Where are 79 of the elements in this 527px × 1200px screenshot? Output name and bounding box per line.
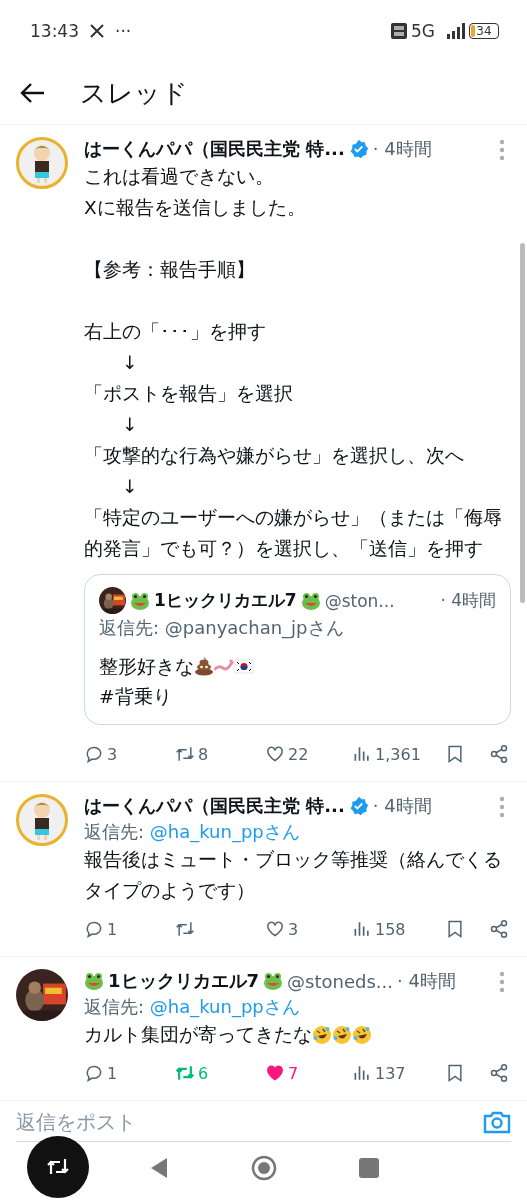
post-time: · 4時間 [396,969,456,993]
hashtag-link[interactable]: #背乗り [99,686,172,707]
like-button[interactable]: 3 [265,919,352,939]
quoted-post-card[interactable]: 1ヒックリカエル7 @ston... · 4時間 返信先: @panyachan_jpさん 整形好きな #背乗り [84,574,511,725]
user-name[interactable]: はーくんパパ（国民民主党 特... [84,137,345,161]
poop-emoji-icon [194,656,214,676]
like-button[interactable]: 7 [265,1063,352,1083]
views-button[interactable]: 158 [352,919,445,939]
nav-home-icon[interactable] [250,1155,277,1181]
battery-icon: 34 [469,23,499,39]
camera-icon[interactable] [483,1110,511,1134]
post-text-line: 報告後はミュート・ブロック等推奨（絡んでくるタイプのようです） [84,848,503,903]
reply-button[interactable]: 1 [84,919,175,939]
repost-icon[interactable] [175,744,195,764]
laughing-emoji-icon [352,1024,372,1045]
quoted-user-handle: @ston... [324,590,395,611]
bookmark-icon[interactable] [445,744,465,764]
post-text-line: カルト集団が寄ってきたな [84,1023,312,1047]
reply-button[interactable]: 1 [84,1063,175,1083]
share-icon[interactable] [489,1063,509,1083]
frog-emoji-icon [263,971,284,991]
views-button[interactable]: 1,361 [352,744,445,764]
back-arrow-icon[interactable] [20,82,46,104]
volte-icon [391,23,407,39]
repost-icon[interactable] [175,919,195,939]
post-time: · 4時間 [440,589,496,612]
post-time: · 4時間 [372,137,432,161]
post-text-line: 「特定のユーザーへの嫌がらせ」（または「侮辱的発言」でも可？）を選択し、「送信」を押す [84,506,503,561]
frog-emoji-icon [84,971,104,991]
avatar[interactable] [16,794,68,846]
reply-to-text: 返信先: @panyachan_jpさん [99,616,345,640]
frog-emoji-icon [300,590,321,611]
post-text-line: ↓ [121,413,139,437]
nav-recents-icon[interactable] [358,1158,379,1178]
bookmark-icon[interactable] [445,1063,465,1083]
post-text-line: 【参考：報告手順】 [84,258,256,282]
page-title: スレッド [80,76,188,110]
post-text-line: Xに報告を送信しました。 [84,196,307,220]
scrollbar[interactable] [520,243,525,603]
repost-button[interactable]: 8 [175,744,265,764]
user-handle[interactable]: @stoneds... [287,970,393,992]
user-name[interactable]: 1ヒックリカエル7 [108,969,260,993]
bar-chart-icon[interactable] [352,1063,372,1083]
views-button[interactable]: 137 [352,1063,445,1083]
status-time: 13:43 [30,21,79,41]
network-type: 5G [411,21,435,41]
flag-emoji-icon [234,656,254,676]
post-text-line: 「ポストを報告」を選択 [84,382,294,406]
reply-button[interactable]: 3 [84,744,175,764]
frog-emoji-icon [130,590,150,611]
bar-chart-icon[interactable] [352,919,372,939]
avatar[interactable] [16,137,68,189]
heart-icon[interactable] [265,1063,285,1083]
share-icon[interactable] [489,744,509,764]
reply-icon[interactable] [84,1063,104,1083]
heart-icon[interactable] [265,919,285,939]
laughing-emoji-icon [332,1024,352,1045]
reply-field[interactable]: 返信をポスト [16,1110,483,1134]
post-text-line: 右上の「･･･」を押す [84,320,267,344]
bar-chart-icon[interactable] [352,744,372,764]
reply-to-text: 返信先: @ha_kun_ppさん [84,995,301,1019]
like-button[interactable]: 22 [265,744,352,764]
x-logo-icon [89,23,105,39]
reply-to-text: 返信先: @ha_kun_ppさん [84,820,301,844]
laughing-emoji-icon [312,1024,332,1045]
reply-icon[interactable] [84,919,104,939]
reply-icon[interactable] [84,744,104,764]
quoted-user-name[interactable]: 1ヒックリカエル7 [154,589,297,612]
user-name[interactable]: はーくんパパ（国民民主党 特... [84,794,345,818]
post-text-line: これは看過できない。 [84,165,275,189]
post-text-line: 「攻撃的な行為や嫌がらせ」を選択し、次へ [84,444,465,468]
post-text-line: ↓ [121,351,139,375]
heart-icon[interactable] [265,744,285,764]
share-icon[interactable] [489,919,509,939]
post-time: · 4時間 [372,794,432,818]
quoted-post-text: 整形好きな [99,656,194,677]
post-text-line: ↓ [121,475,139,499]
status-more-indicator: ··· [115,21,132,41]
bookmark-icon[interactable] [445,919,465,939]
